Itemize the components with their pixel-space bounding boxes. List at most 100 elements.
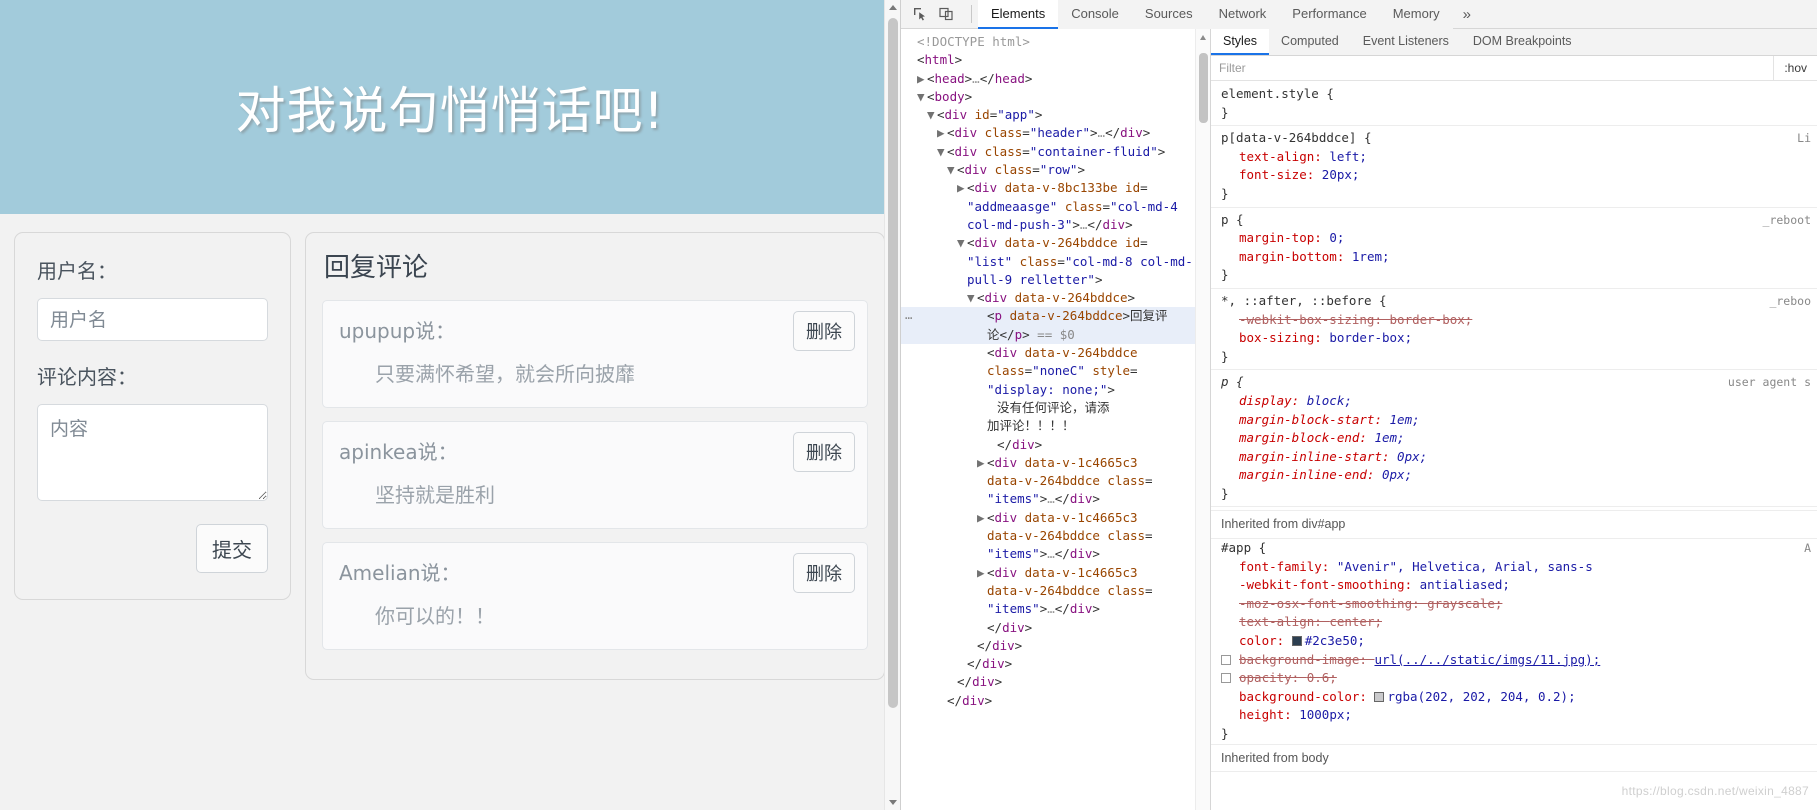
css-property-value[interactable]: url(../../static/imgs/11.jpg); — [1374, 652, 1600, 667]
devtools-tab-memory[interactable]: Memory — [1379, 0, 1453, 29]
css-property-value[interactable]: 0px; — [1397, 449, 1427, 464]
dom-node-line[interactable]: class="noneC" style= — [901, 362, 1210, 380]
css-property-name[interactable]: margin-inline-start: — [1221, 449, 1397, 464]
devtools-tab-console[interactable]: Console — [1058, 0, 1132, 29]
color-swatch-icon[interactable] — [1374, 691, 1385, 702]
styles-tab-dom-breakpoints[interactable]: DOM Breakpoints — [1461, 29, 1584, 55]
css-declaration[interactable]: -webkit-font-smoothing: antialiased; — [1221, 576, 1807, 595]
delete-comment-button[interactable]: 删除 — [793, 311, 855, 351]
devtools-tab-elements[interactable]: Elements — [978, 0, 1059, 29]
more-tabs-button[interactable]: » — [1453, 6, 1481, 23]
css-property-value[interactable]: 1em; — [1390, 412, 1420, 427]
dom-node-line[interactable]: </div> — [901, 692, 1210, 710]
dom-node-line[interactable]: <div data-v-264bddce — [901, 344, 1210, 362]
css-declaration[interactable]: text-align: left; — [1221, 148, 1807, 167]
dom-node-line[interactable]: </div> — [901, 673, 1210, 691]
expand-triangle-down-icon[interactable]: ▼ — [927, 106, 937, 124]
expand-triangle-down-icon[interactable]: ▼ — [967, 289, 977, 307]
dom-tree[interactable]: <!DOCTYPE html> <html> ▶ <head>…</head> ▼ <bo… — [901, 29, 1210, 710]
username-input[interactable] — [37, 298, 268, 341]
css-property-name[interactable]: -webkit-box-sizing: — [1221, 312, 1390, 327]
dom-node-line[interactable]: ▼ <div id="app"> — [901, 106, 1210, 124]
dom-node-line[interactable]: ▼ <div data-v-264bddce id= — [901, 234, 1210, 252]
styles-tab-styles[interactable]: Styles — [1211, 29, 1270, 55]
dom-node-line[interactable]: "items">…</div> — [901, 545, 1210, 563]
css-declaration[interactable]: margin-inline-start: 0px; — [1221, 448, 1807, 467]
css-rule-2[interactable]: p {_reboot margin-top: 0; margin-bottom: 1… — [1211, 211, 1817, 285]
dom-node-line[interactable]: pull-9 relletter"> — [901, 271, 1210, 289]
css-rule-1[interactable]: p[data-v-264bddce] {Li text-align: left; f… — [1211, 129, 1817, 203]
devtools-tab-performance[interactable]: Performance — [1279, 0, 1380, 29]
css-property-value[interactable]: antialiased; — [1420, 577, 1510, 592]
expand-triangle-right-icon[interactable]: ▶ — [957, 179, 967, 197]
css-declaration[interactable]: margin-block-end: 1em; — [1221, 429, 1807, 448]
device-toolbar-icon[interactable] — [935, 4, 957, 24]
css-origin-link[interactable]: user agent s — [1728, 373, 1811, 392]
css-property-name[interactable]: margin-block-end: — [1221, 430, 1374, 445]
css-property-name[interactable]: display: — [1221, 393, 1307, 408]
dom-node-line[interactable]: col-md-push-3">…</div> — [901, 216, 1210, 234]
css-property-value[interactable]: center; — [1329, 614, 1382, 629]
css-property-value[interactable]: "Avenir", Helvetica, Arial, sans-s — [1337, 559, 1593, 574]
css-property-value[interactable]: border-box; — [1329, 330, 1412, 345]
css-property-name[interactable]: margin-top: — [1221, 230, 1329, 245]
color-swatch-icon[interactable] — [1291, 636, 1302, 647]
css-property-name[interactable]: height: — [1221, 707, 1299, 722]
dom-node-line[interactable]: </div> — [901, 436, 1210, 454]
page-scrollbar-thumb[interactable] — [888, 18, 898, 708]
css-property-name[interactable]: font-family: — [1221, 559, 1337, 574]
css-rule-3[interactable]: *, ::after, ::before {_reboo -webkit-box-… — [1211, 292, 1817, 366]
css-declaration[interactable]: font-size: 20px; — [1221, 166, 1807, 185]
dom-node-line[interactable]: 没有任何评论，请添 — [901, 399, 1210, 417]
css-property-name[interactable]: margin-block-start: — [1221, 412, 1390, 427]
styles-filter-input[interactable]: Filter — [1211, 56, 1775, 80]
expand-triangle-right-icon[interactable]: ▶ — [917, 70, 927, 88]
css-declaration[interactable]: color: #2c3e50; — [1221, 632, 1807, 651]
css-property-value[interactable]: 0px; — [1382, 467, 1412, 482]
css-declaration[interactable]: font-family: "Avenir", Helvetica, Arial,… — [1221, 558, 1807, 577]
dom-node-line[interactable]: "items">…</div> — [901, 600, 1210, 618]
css-property-value[interactable]: border-box; — [1390, 312, 1473, 327]
expand-triangle-down-icon[interactable]: ▼ — [947, 161, 957, 179]
css-declaration[interactable]: margin-top: 0; — [1221, 229, 1807, 248]
css-property-value[interactable]: 1rem; — [1352, 249, 1390, 264]
css-rule-0[interactable]: element.style {} — [1211, 85, 1817, 122]
dom-node-line[interactable]: ▶ <head>…</head> — [901, 70, 1210, 88]
dom-node-line[interactable]: "items">…</div> — [901, 490, 1210, 508]
styles-content[interactable]: element.style {} p[data-v-264bddce] {Li te… — [1211, 81, 1817, 810]
content-textarea[interactable] — [37, 404, 268, 501]
css-selector[interactable]: p[data-v-264bddce] {Li — [1221, 129, 1811, 148]
dom-node-line[interactable]: ▶ <div data-v-1c4665c3 — [901, 509, 1210, 527]
css-selector[interactable]: p {user agent s — [1221, 373, 1811, 392]
expand-triangle-right-icon[interactable]: ▶ — [937, 124, 947, 142]
dom-node-line[interactable]: ▶ <div data-v-8bc133be id= — [901, 179, 1210, 197]
css-selector[interactable]: *, ::after, ::before {_reboo — [1221, 292, 1811, 311]
dom-node-line[interactable]: ⋯ <p data-v-264bddce>回复评 — [901, 307, 1210, 326]
css-selector[interactable]: element.style { — [1221, 85, 1807, 104]
dom-tree-scrollbar[interactable] — [1195, 29, 1210, 810]
css-property-name[interactable]: box-sizing: — [1221, 330, 1329, 345]
css-property-value[interactable]: rgba(202, 202, 204, 0.2); — [1387, 689, 1575, 704]
dom-node-line[interactable]: "addmeaasge" class="col-md-4 — [901, 198, 1210, 216]
dom-node-line[interactable]: ▼ <div class="row"> — [901, 161, 1210, 179]
css-rule-4[interactable]: p {user agent s display: block; margin-blo… — [1211, 373, 1817, 503]
dom-node-line[interactable]: </div> — [901, 637, 1210, 655]
devtools-tab-sources[interactable]: Sources — [1131, 0, 1206, 29]
css-declaration[interactable]: text-align: center; — [1221, 613, 1807, 632]
dom-node-line[interactable]: "list" class="col-md-8 col-md- — [901, 253, 1210, 271]
css-declaration[interactable]: background-color: rgba(202, 202, 204, 0.… — [1221, 688, 1807, 707]
css-property-value[interactable]: left; — [1329, 149, 1367, 164]
css-declaration-checkbox[interactable] — [1221, 673, 1231, 684]
css-property-name[interactable]: -moz-osx-font-smoothing: — [1221, 596, 1427, 611]
expand-triangle-down-icon[interactable]: ▼ — [957, 234, 967, 252]
css-property-value[interactable]: 20px; — [1322, 167, 1360, 182]
dom-scroll-up-arrow-icon[interactable] — [1200, 35, 1206, 40]
css-property-name[interactable]: background-color: — [1221, 689, 1374, 704]
expand-triangle-right-icon[interactable]: ▶ — [977, 564, 987, 582]
css-declaration[interactable]: opacity: 0.6; — [1221, 669, 1807, 688]
css-property-name[interactable]: color: — [1221, 633, 1292, 648]
css-declaration[interactable]: height: 1000px; — [1221, 706, 1807, 725]
hov-button[interactable]: :hov — [1774, 61, 1817, 75]
css-declaration[interactable]: margin-block-start: 1em; — [1221, 411, 1807, 430]
css-property-name[interactable]: margin-inline-end: — [1221, 467, 1382, 482]
